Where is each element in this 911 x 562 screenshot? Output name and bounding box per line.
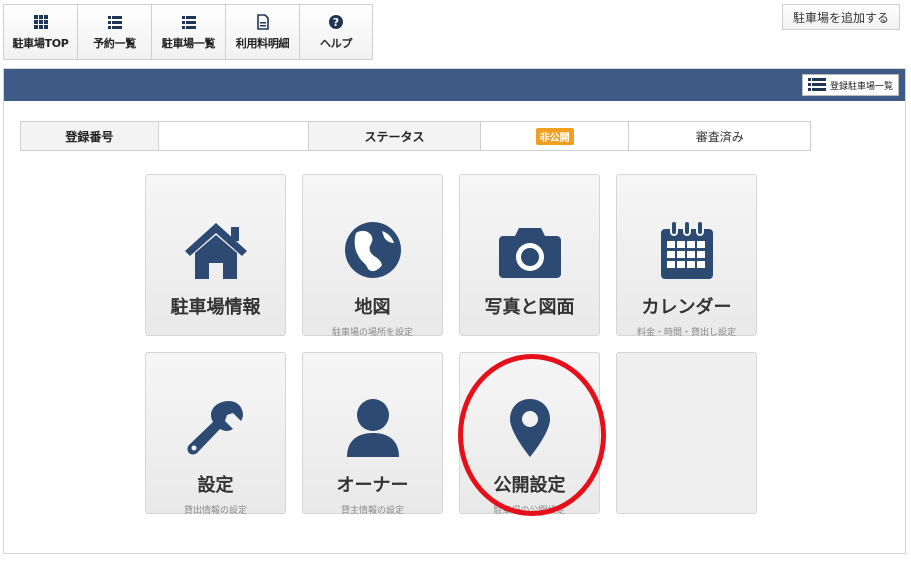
grid-icon — [33, 14, 48, 29]
tile-title: カレンダー — [641, 297, 732, 318]
main-panel: 登録駐車場一覧 登録番号 ステータス 非公開 審査済み — [3, 68, 906, 554]
home-icon — [181, 219, 251, 281]
registered-parking-list-button[interactable]: 登録駐車場一覧 — [801, 74, 899, 96]
wrench-icon — [181, 397, 251, 459]
nav-parking-top[interactable]: 駐車場TOP — [3, 4, 77, 60]
status-badge: 非公開 — [535, 127, 574, 145]
tile-title: 公開設定 — [493, 475, 566, 496]
panel-header: 登録駐車場一覧 — [4, 69, 905, 101]
nav-label: ヘルプ — [319, 36, 353, 50]
reg-no-value — [159, 122, 310, 150]
status-cell: 非公開 — [481, 122, 630, 150]
tile-title: 駐車場情報 — [170, 297, 261, 318]
help-icon: ? — [329, 14, 343, 29]
add-parking-button[interactable]: 駐車場を追加する — [781, 4, 900, 30]
document-icon — [256, 13, 269, 30]
tile-title: 地図 — [354, 297, 391, 318]
list-button-label: 登録駐車場一覧 — [829, 81, 893, 92]
nav-reservations[interactable]: 予約一覧 — [77, 4, 151, 60]
nav-label: 予約一覧 — [93, 36, 136, 50]
tile-title: 写真と図面 — [484, 297, 575, 318]
reg-no-label: 登録番号 — [21, 122, 159, 150]
nav-help[interactable]: ? ヘルプ — [299, 4, 373, 60]
tile-settings[interactable]: 設定 貸出情報の設定 — [145, 352, 286, 516]
tile-map[interactable]: 地図 駐車場の場所を設定 — [302, 174, 443, 338]
nav-label: 利用料明細 — [235, 36, 290, 50]
list-icon — [181, 15, 196, 29]
user-icon — [338, 397, 408, 459]
tile-subtitle: 料金・時間・貸出し設定 — [636, 328, 736, 338]
nav-parking-list[interactable]: 駐車場一覧 — [151, 4, 225, 60]
nav-label: 駐車場TOP — [12, 36, 69, 50]
nav-label: 駐車場一覧 — [161, 36, 216, 50]
top-nav: 駐車場TOP 予約一覧 駐車場一覧 利用料明細 ? ヘルプ — [3, 4, 373, 60]
status-row: 登録番号 ステータス 非公開 審査済み — [20, 121, 811, 151]
camera-icon — [495, 219, 565, 281]
tile-title: 設定 — [197, 475, 234, 496]
tile-subtitle: 貸出情報の設定 — [183, 506, 247, 516]
calendar-icon — [652, 219, 722, 281]
map-pin-icon — [495, 397, 565, 459]
tile-subtitle: 貸主情報の設定 — [340, 506, 404, 516]
tile-parking-info[interactable]: 駐車場情報 — [145, 174, 286, 336]
tile-empty — [616, 352, 757, 514]
list-icon — [807, 78, 826, 91]
globe-icon — [338, 219, 408, 281]
status-label: ステータス — [309, 122, 481, 150]
tile-title: オーナー — [336, 475, 409, 496]
review-status: 審査済み — [695, 129, 744, 144]
list-icon — [107, 15, 122, 29]
tile-subtitle: 駐車場の場所を設定 — [331, 328, 413, 338]
nav-usage-fees[interactable]: 利用料明細 — [225, 4, 299, 60]
tile-publish-settings[interactable]: 公開設定 駐車場の公開設定 — [459, 352, 600, 516]
tile-subtitle: 駐車場の公開設定 — [493, 506, 566, 516]
tile-photos-drawings[interactable]: 写真と図面 — [459, 174, 600, 336]
tile-owner[interactable]: オーナー 貸主情報の設定 — [302, 352, 443, 516]
tile-calendar[interactable]: カレンダー 料金・時間・貸出し設定 — [616, 174, 757, 338]
svg-text:?: ? — [333, 16, 339, 29]
